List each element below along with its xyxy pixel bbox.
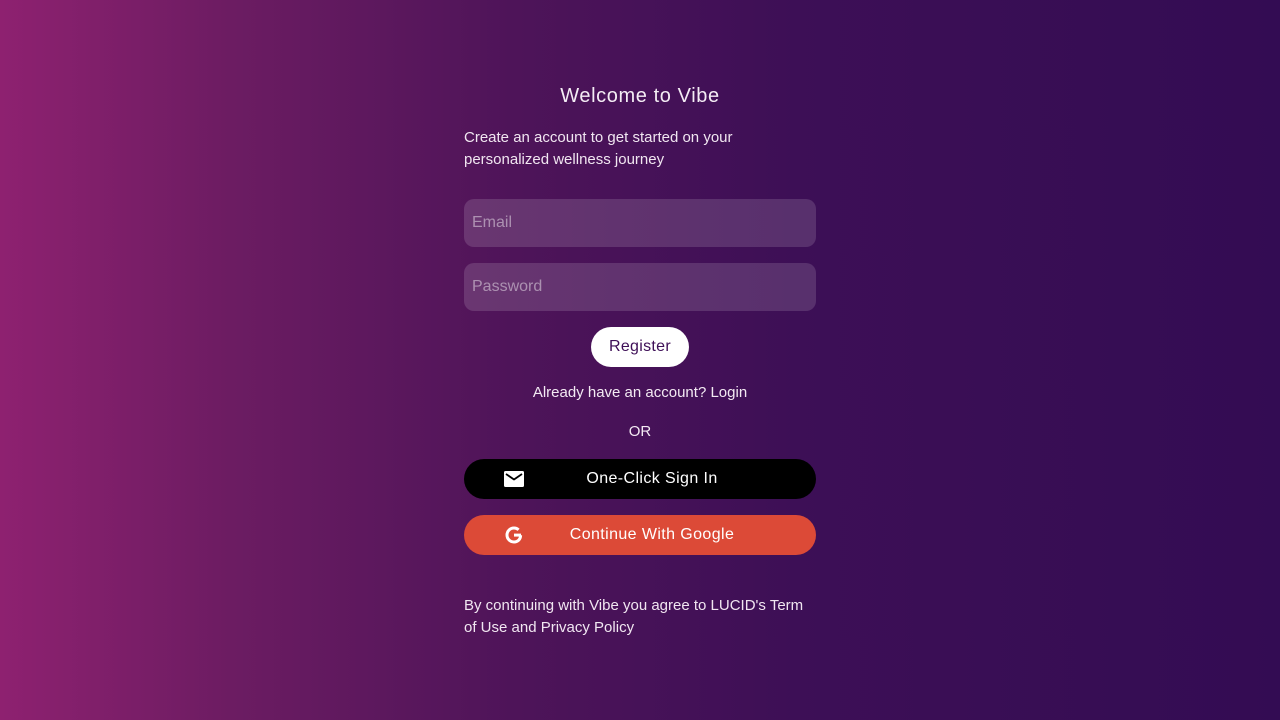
google-icon xyxy=(505,526,523,544)
password-input[interactable] xyxy=(464,263,816,311)
continue-with-google-button[interactable]: Continue With Google xyxy=(464,515,816,555)
one-click-sign-in-button[interactable]: One-Click Sign In xyxy=(464,459,816,499)
email-input[interactable] xyxy=(464,199,816,247)
page-title: Welcome to Vibe xyxy=(560,85,720,107)
login-link[interactable]: Login xyxy=(710,384,747,401)
one-click-sign-in-label: One-Click Sign In xyxy=(586,470,718,487)
login-prompt: Already have an account? Login xyxy=(464,383,816,403)
or-divider: OR xyxy=(628,423,652,440)
register-panel: Welcome to Vibe Create an account to get… xyxy=(464,82,816,639)
continue-with-google-label: Continue With Google xyxy=(569,526,735,543)
mail-icon xyxy=(504,471,524,487)
register-wrap: Register xyxy=(464,327,816,367)
terms-text: By continuing with Vibe you agree to LUC… xyxy=(464,597,804,636)
page-subtitle: Create an account to get started on your… xyxy=(464,129,733,168)
register-button[interactable]: Register xyxy=(591,327,689,367)
login-prompt-text: Already have an account? xyxy=(532,384,711,401)
